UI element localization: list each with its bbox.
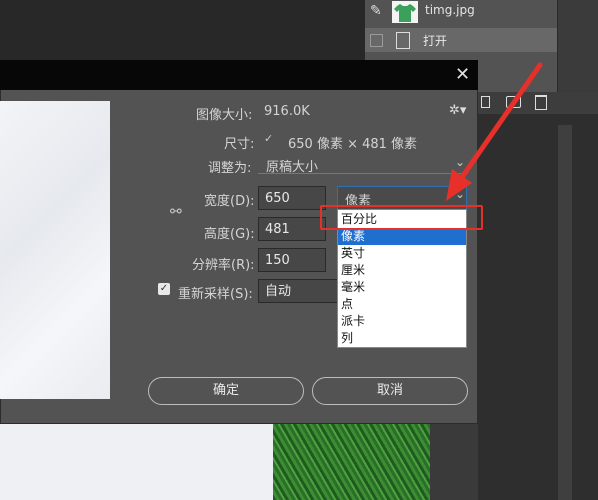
unit-option-cm[interactable]: 厘米 xyxy=(338,262,466,279)
resample-label: 重新采样(S): xyxy=(178,287,253,302)
unit-option-columns[interactable]: 列 xyxy=(338,330,466,347)
cancel-button[interactable]: 取消 xyxy=(312,377,468,405)
resolution-label: 分辨率(R): xyxy=(192,258,255,273)
image-preview xyxy=(0,101,110,399)
scrollbar[interactable] xyxy=(558,125,572,500)
layer-row-selected[interactable] xyxy=(365,28,557,52)
unit-option-inches[interactable]: 英寸 xyxy=(338,245,466,262)
link-constrain-icon[interactable]: ⚯ xyxy=(170,204,182,220)
layer-name[interactable]: timg.jpg xyxy=(425,3,475,17)
width-input[interactable]: 650 xyxy=(258,186,326,210)
resolution-input[interactable]: 150 xyxy=(258,248,326,272)
resample-checkbox[interactable]: ✓ xyxy=(158,283,170,295)
unit-option-mm[interactable]: 毫米 xyxy=(338,279,466,296)
history-state-name[interactable]: 打开 xyxy=(423,32,447,49)
dialog-titlebar xyxy=(0,60,478,90)
ok-button[interactable]: 确定 xyxy=(148,377,304,405)
panel-divider xyxy=(557,0,598,92)
unit-option-points[interactable]: 点 xyxy=(338,296,466,313)
annotation-highlight-box xyxy=(320,205,483,230)
layer-thumbnail-shirt xyxy=(392,1,418,23)
workspace-top xyxy=(0,0,365,60)
dimensions-dropdown-icon[interactable]: ✓ xyxy=(264,133,276,145)
visibility-checkbox[interactable] xyxy=(370,34,383,47)
brush-icon: ✎ xyxy=(370,3,382,19)
white-image-area xyxy=(0,424,273,500)
height-label: 高度(G): xyxy=(204,227,255,242)
dimensions-value: 650 像素 × 481 像素 xyxy=(288,137,418,152)
height-input[interactable]: 481 xyxy=(258,217,326,241)
document-icon xyxy=(396,32,410,49)
dimensions-label: 尺寸: xyxy=(224,137,255,152)
unit-option-picas[interactable]: 派卡 xyxy=(338,313,466,330)
image-size-value: 916.0K xyxy=(264,104,310,119)
resample-select[interactable]: 自动 xyxy=(258,279,338,303)
width-label: 宽度(D): xyxy=(204,194,255,209)
grass-image xyxy=(273,424,430,500)
fit-to-label: 调整为: xyxy=(208,161,252,176)
image-size-label: 图像大小: xyxy=(196,108,253,123)
annotation-arrow xyxy=(446,62,543,201)
unit-option-pixels[interactable]: 像素 xyxy=(338,228,466,245)
fit-to-value: 原稿大小 xyxy=(266,160,319,175)
